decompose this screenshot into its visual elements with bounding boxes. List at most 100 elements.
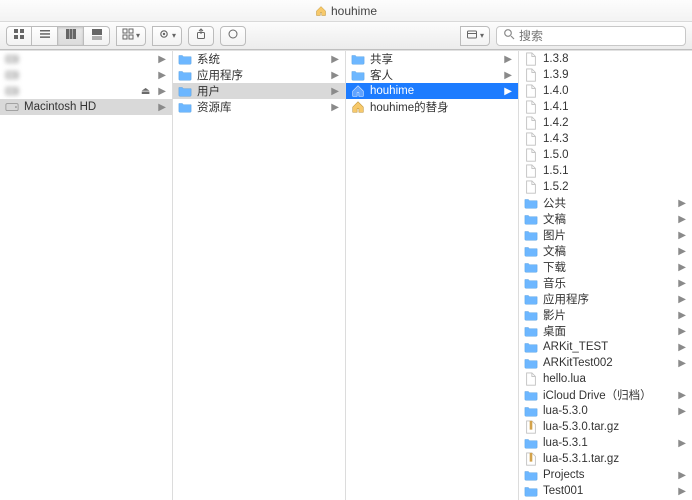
list-item[interactable]: Test001 ▶ bbox=[519, 483, 692, 499]
list-item[interactable]: houhime▶ bbox=[346, 83, 518, 99]
column-3[interactable]: 共享▶客人▶houhime▶houhime的替身 bbox=[346, 51, 519, 500]
archive-icon bbox=[523, 420, 539, 434]
list-item[interactable]: lua-5.3.0.tar.gz bbox=[519, 419, 692, 435]
list-item[interactable]: 下载▶ bbox=[519, 259, 692, 275]
folder-icon bbox=[523, 340, 539, 354]
list-item[interactable]: 共享▶ bbox=[346, 51, 518, 67]
list-item[interactable]: 图片▶ bbox=[519, 227, 692, 243]
list-item[interactable]: 公共▶ bbox=[519, 195, 692, 211]
list-item[interactable]: 1.4.2 bbox=[519, 115, 692, 131]
list-item[interactable]: 应用程序▶ bbox=[173, 67, 345, 83]
folder-icon bbox=[523, 436, 539, 450]
list-item[interactable]: lua-5.3.1▶ bbox=[519, 435, 692, 451]
list-item[interactable]: lua-5.3.1.tar.gz bbox=[519, 451, 692, 467]
file-icon bbox=[523, 148, 539, 162]
item-label: iCloud Drive（归档） bbox=[543, 387, 670, 403]
item-label: ARKit_TEST bbox=[543, 341, 670, 353]
list-item[interactable]: lua-5.3.0▶ bbox=[519, 403, 692, 419]
home-icon bbox=[315, 5, 327, 17]
list-item[interactable]: 1.3.8 bbox=[519, 51, 692, 67]
search-field[interactable] bbox=[496, 26, 686, 46]
list-item[interactable]: Projects▶ bbox=[519, 467, 692, 483]
file-icon bbox=[523, 132, 539, 146]
item-label: hello.lua bbox=[543, 373, 686, 385]
drive-icon bbox=[4, 100, 20, 114]
dropbox-icon bbox=[466, 28, 478, 43]
list-item[interactable]: ARKitTest002▶ bbox=[519, 355, 692, 371]
chevron-right-icon: ▶ bbox=[674, 294, 686, 305]
chevron-right-icon: ▶ bbox=[674, 246, 686, 257]
list-item[interactable]: ▶ bbox=[0, 67, 172, 83]
list-item[interactable]: ⏏▶ bbox=[0, 83, 172, 99]
item-label: houhime的替身 bbox=[370, 99, 512, 115]
eject-icon[interactable]: ⏏ bbox=[139, 86, 150, 97]
list-item[interactable]: ▶ bbox=[0, 51, 172, 67]
toolbar: ▾ ▾ ▾ bbox=[0, 22, 692, 50]
action-button[interactable]: ▾ bbox=[152, 26, 182, 46]
chevron-right-icon: ▶ bbox=[327, 70, 339, 81]
chevron-right-icon: ▶ bbox=[674, 406, 686, 417]
view-columns-button[interactable] bbox=[58, 26, 84, 46]
list-item[interactable]: 客人▶ bbox=[346, 67, 518, 83]
chevron-right-icon: ▶ bbox=[674, 390, 686, 401]
share-button[interactable] bbox=[188, 26, 214, 46]
item-label: lua-5.3.0.tar.gz bbox=[543, 421, 686, 433]
item-label: 资源库 bbox=[197, 99, 323, 115]
share-icon bbox=[195, 28, 207, 43]
file-icon bbox=[523, 100, 539, 114]
list-item[interactable]: 系统▶ bbox=[173, 51, 345, 67]
view-cover-button[interactable] bbox=[84, 26, 110, 46]
dropdown-button[interactable]: ▾ bbox=[460, 26, 490, 46]
list-item[interactable]: hello.lua bbox=[519, 371, 692, 387]
list-item[interactable]: 1.4.0 bbox=[519, 83, 692, 99]
list-item[interactable]: houhime的替身 bbox=[346, 99, 518, 115]
list-item[interactable]: 1.4.1 bbox=[519, 99, 692, 115]
chevron-right-icon: ▶ bbox=[674, 214, 686, 225]
folder-icon bbox=[523, 308, 539, 322]
arrange-icon bbox=[122, 28, 134, 43]
folder-icon bbox=[523, 484, 539, 498]
folder-icon bbox=[523, 260, 539, 274]
item-label: 1.5.2 bbox=[543, 181, 686, 193]
item-label: 1.5.1 bbox=[543, 165, 686, 177]
chevron-down-icon: ▾ bbox=[136, 31, 140, 40]
item-label: lua-5.3.1.tar.gz bbox=[543, 453, 686, 465]
chevron-right-icon: ▶ bbox=[674, 198, 686, 209]
list-item[interactable]: 桌面▶ bbox=[519, 323, 692, 339]
chevron-right-icon: ▶ bbox=[674, 486, 686, 497]
view-list-button[interactable] bbox=[32, 26, 58, 46]
tags-button[interactable] bbox=[220, 26, 246, 46]
list-item[interactable]: ARKit_TEST▶ bbox=[519, 339, 692, 355]
list-item[interactable]: 1.3.9 bbox=[519, 67, 692, 83]
folder-icon bbox=[523, 356, 539, 370]
file-icon bbox=[523, 84, 539, 98]
list-item[interactable]: 1.4.3 bbox=[519, 131, 692, 147]
list-item[interactable]: 1.5.0 bbox=[519, 147, 692, 163]
item-label: Test001 bbox=[543, 485, 670, 497]
list-item[interactable]: iCloud Drive（归档） ▶ bbox=[519, 387, 692, 403]
list-item[interactable]: 应用程序▶ bbox=[519, 291, 692, 307]
list-item[interactable]: 资源库▶ bbox=[173, 99, 345, 115]
list-item[interactable]: 文稿▶ bbox=[519, 211, 692, 227]
list-item[interactable]: 音乐▶ bbox=[519, 275, 692, 291]
column-4[interactable]: 1.3.81.3.9 1.4.0 1.4.11.4.21.4.31.5.0 1.5.1… bbox=[519, 51, 692, 500]
column-1[interactable]: ▶▶⏏▶Macintosh HD▶ bbox=[0, 51, 173, 500]
item-label: 下载 bbox=[543, 259, 670, 275]
folder-icon bbox=[523, 228, 539, 242]
item-label: 1.4.0 bbox=[543, 85, 686, 97]
view-icon-button[interactable] bbox=[6, 26, 32, 46]
search-input[interactable] bbox=[519, 29, 679, 43]
folder-icon bbox=[523, 388, 539, 402]
column-2[interactable]: 系统▶应用程序▶用户▶资源库▶ bbox=[173, 51, 346, 500]
list-item[interactable]: 1.5.1 bbox=[519, 163, 692, 179]
titlebar: houhime bbox=[0, 0, 692, 22]
folder-icon bbox=[523, 196, 539, 210]
list-item[interactable]: 影片▶ bbox=[519, 307, 692, 323]
list-icon bbox=[39, 28, 51, 43]
list-item[interactable]: 1.5.2 bbox=[519, 179, 692, 195]
list-item[interactable]: 文稿▶ bbox=[519, 243, 692, 259]
arrange-button[interactable]: ▾ bbox=[116, 26, 146, 46]
list-item[interactable]: 用户▶ bbox=[173, 83, 345, 99]
folder-icon bbox=[177, 84, 193, 98]
list-item[interactable]: Macintosh HD▶ bbox=[0, 99, 172, 115]
